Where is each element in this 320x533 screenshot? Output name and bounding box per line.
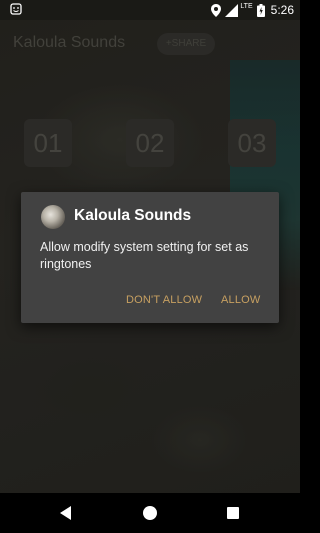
status-bar: LTE 5:26 bbox=[0, 0, 300, 20]
app-avatar-icon bbox=[41, 205, 65, 229]
dialog-title: Kaloula Sounds bbox=[74, 207, 192, 224]
network-type-label: LTE bbox=[240, 2, 253, 10]
back-icon[interactable] bbox=[60, 506, 71, 520]
dialog-message: Allow modify system setting for set as r… bbox=[40, 240, 249, 271]
dont-allow-button[interactable]: DON'T ALLOW bbox=[126, 294, 202, 306]
android-notification-icon bbox=[10, 3, 22, 15]
signal-icon bbox=[225, 3, 239, 17]
permission-dialog: Kaloula Sounds Allow modify system setti… bbox=[21, 192, 279, 323]
home-icon[interactable] bbox=[143, 506, 157, 520]
allow-button[interactable]: ALLOW bbox=[221, 294, 261, 306]
location-icon bbox=[211, 3, 222, 17]
battery-icon bbox=[256, 3, 265, 17]
status-time: 5:26 bbox=[270, 3, 294, 17]
recents-icon[interactable] bbox=[227, 507, 239, 519]
system-nav-bar bbox=[0, 493, 300, 533]
